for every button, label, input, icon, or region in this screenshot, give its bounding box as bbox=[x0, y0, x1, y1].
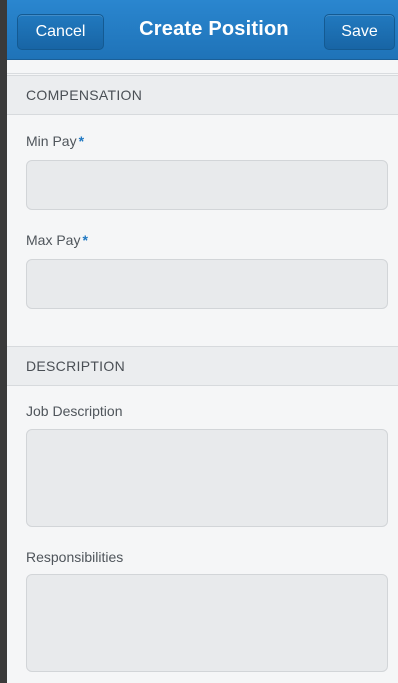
min-pay-label-text: Min Pay bbox=[26, 133, 77, 149]
responsibilities-textarea[interactable] bbox=[26, 574, 388, 672]
cancel-button[interactable]: Cancel bbox=[17, 14, 104, 50]
page-title: Create Position bbox=[139, 18, 289, 40]
job-description-label: Job Description bbox=[26, 403, 123, 419]
min-pay-label: Min Pay * bbox=[26, 133, 84, 149]
top-spacer bbox=[7, 60, 398, 74]
max-pay-label: Max Pay * bbox=[26, 232, 88, 248]
required-marker: * bbox=[78, 133, 85, 149]
required-marker: * bbox=[82, 232, 88, 248]
responsibilities-label: Responsibilities bbox=[26, 549, 124, 565]
app-screen: Cancel Create Position Save COMPENSATION… bbox=[0, 0, 398, 683]
job-description-textarea[interactable] bbox=[26, 429, 388, 527]
nav-header: Cancel Create Position Save bbox=[7, 0, 398, 60]
max-pay-label-text: Max Pay bbox=[26, 232, 81, 248]
section-header-compensation: COMPENSATION bbox=[7, 75, 398, 115]
min-pay-input[interactable] bbox=[26, 160, 388, 210]
max-pay-input[interactable] bbox=[26, 259, 388, 309]
section-header-description: DESCRIPTION bbox=[7, 346, 398, 386]
save-button[interactable]: Save bbox=[324, 14, 395, 50]
